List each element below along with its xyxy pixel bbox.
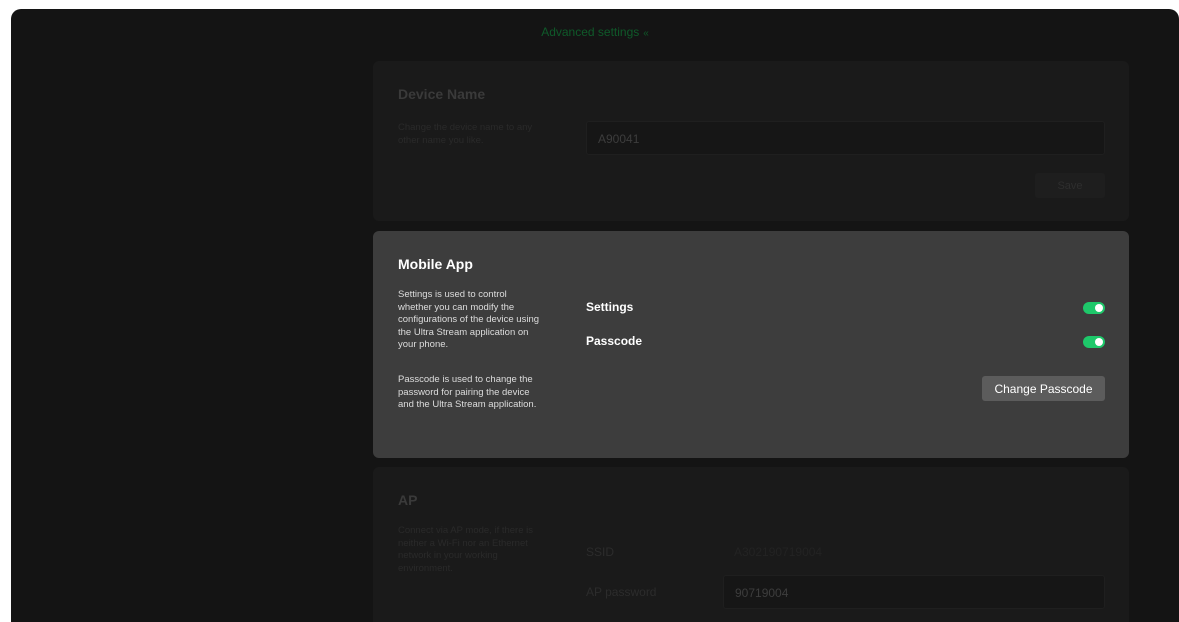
change-passcode-button[interactable]: Change Passcode xyxy=(982,376,1105,401)
device-name-title: Device Name xyxy=(398,86,486,102)
mobile-app-card: Mobile App Settings is used to control w… xyxy=(373,231,1129,458)
passcode-toggle[interactable] xyxy=(1083,336,1105,348)
advanced-settings-label: Advanced settings xyxy=(541,25,640,39)
settings-label: Settings xyxy=(586,300,634,314)
settings-description: Settings is used to control whether you … xyxy=(398,289,540,350)
ap-password-label: AP password xyxy=(586,585,657,599)
ap-description: Connect via AP mode, if there is neither… xyxy=(398,525,534,574)
toggle-knob xyxy=(1095,304,1103,312)
toggle-knob xyxy=(1095,338,1103,346)
save-button[interactable]: Save xyxy=(1035,173,1105,198)
settings-toggle[interactable] xyxy=(1083,302,1105,314)
device-name-description: Change the device name to any other name… xyxy=(398,122,533,146)
ssid-label: SSID xyxy=(586,545,615,559)
passcode-description: Passcode is used to change the password … xyxy=(398,374,537,410)
app-window: Advanced settings « Device Name Change th… xyxy=(11,9,1179,622)
advanced-settings-toggle[interactable]: Advanced settings « xyxy=(11,25,1179,39)
passcode-label: Passcode xyxy=(586,334,643,348)
ap-title: AP xyxy=(398,492,418,508)
mobile-app-title: Mobile App xyxy=(398,256,473,272)
ap-card: AP Connect via AP mode, if there is neit… xyxy=(373,467,1129,622)
ssid-value: A302190719004 xyxy=(734,545,823,559)
ap-password-input[interactable]: 90719004 xyxy=(723,575,1105,609)
device-name-input[interactable]: A90041 xyxy=(586,121,1105,155)
chevron-up-icon: « xyxy=(643,28,649,39)
device-name-card: Device Name Change the device name to an… xyxy=(373,61,1129,221)
